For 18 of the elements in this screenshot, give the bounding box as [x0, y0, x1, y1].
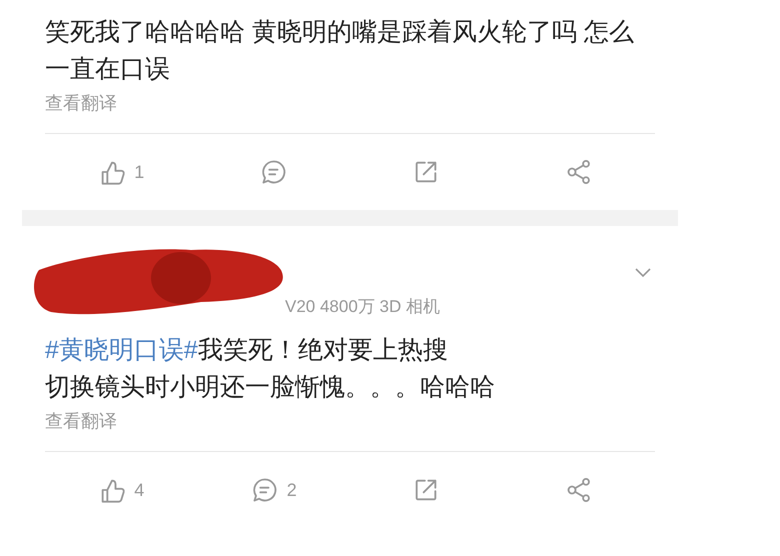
- share-button[interactable]: [564, 476, 593, 504]
- chevron-down-icon[interactable]: [635, 268, 651, 278]
- post-text: #黄晓明口误#我笑死！绝对要上热搜: [45, 335, 449, 366]
- comment-icon: [250, 476, 279, 504]
- share-icon: [564, 476, 593, 504]
- comment-button[interactable]: 2: [250, 476, 297, 504]
- translate-link[interactable]: 查看翻译: [45, 90, 117, 116]
- post-source: V20 4800万 3D 相机: [285, 296, 440, 318]
- comment-icon: [260, 158, 288, 186]
- translate-link[interactable]: 查看翻译: [45, 408, 117, 434]
- post-text: 切换镜头时小明还一脸惭愧。。。哈哈哈: [45, 372, 496, 403]
- hashtag-link[interactable]: #黄晓明口误#: [45, 336, 198, 364]
- like-button[interactable]: 1: [98, 158, 144, 186]
- share-button[interactable]: [564, 158, 593, 186]
- post-text: 笑死我了哈哈哈哈 黄晓明的嘴是踩着风火轮了吗 怎么一直在口误: [45, 17, 635, 85]
- share-icon: [564, 158, 593, 186]
- comment-button[interactable]: [260, 158, 288, 186]
- like-button[interactable]: 4: [98, 476, 144, 504]
